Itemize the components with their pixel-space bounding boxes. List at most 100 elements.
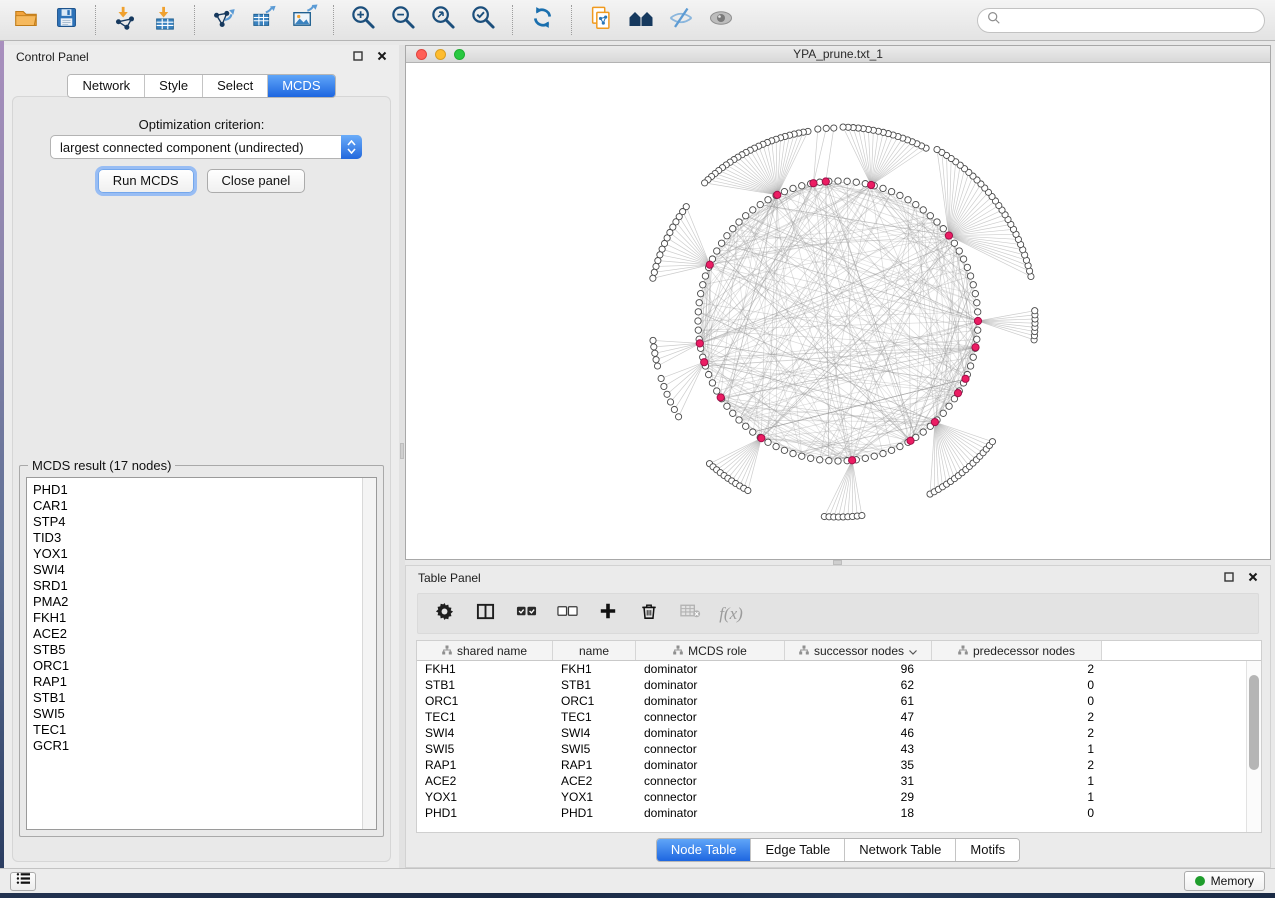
function-builder-button[interactable]: f(x) — [719, 602, 743, 626]
table-row[interactable]: FKH1FKH1dominator962 — [417, 661, 1261, 677]
search-input[interactable] — [1007, 13, 1255, 27]
list-item[interactable]: PMA2 — [27, 594, 361, 610]
save-session-button[interactable] — [50, 4, 82, 36]
table-row[interactable]: ACE2ACE2connector311 — [417, 773, 1261, 789]
table-row[interactable]: STB1STB1dominator620 — [417, 677, 1261, 693]
zoom-in-icon — [350, 4, 377, 36]
window-close-button[interactable] — [416, 49, 427, 60]
tab-node-table[interactable]: Node Table — [657, 839, 752, 861]
hide-selected-button[interactable] — [665, 4, 697, 36]
import-table-button[interactable] — [149, 4, 181, 36]
window-minimize-button[interactable] — [435, 49, 446, 60]
list-item[interactable]: STB5 — [27, 642, 361, 658]
column-header-successor-nodes[interactable]: successor nodes — [785, 641, 932, 660]
table-cell: 96 — [785, 661, 932, 677]
show-panels-menu-button[interactable] — [10, 872, 36, 891]
table-row[interactable]: PHD1PHD1dominator180 — [417, 805, 1261, 821]
mcds-result-title: MCDS result (17 nodes) — [28, 458, 175, 473]
tab-motifs[interactable]: Motifs — [956, 839, 1019, 861]
list-item[interactable]: GCR1 — [27, 738, 361, 754]
zoom-out-button[interactable] — [387, 4, 419, 36]
import-network-button[interactable] — [109, 4, 141, 36]
tab-network-table[interactable]: Network Table — [845, 839, 956, 861]
table-cell: 1 — [932, 773, 1102, 789]
list-item[interactable]: PHD1 — [27, 482, 361, 498]
export-network-button[interactable] — [208, 4, 240, 36]
splitter-grip[interactable] — [400, 443, 404, 459]
zoom-selected-button[interactable] — [467, 4, 499, 36]
run-mcds-button[interactable]: Run MCDS — [98, 169, 194, 193]
list-item[interactable]: FKH1 — [27, 610, 361, 626]
memory-label: Memory — [1211, 874, 1254, 888]
list-item[interactable]: TEC1 — [27, 722, 361, 738]
delete-table-button[interactable] — [678, 602, 702, 626]
table-cell: 0 — [932, 805, 1102, 821]
table-cell: 43 — [785, 741, 932, 757]
table-row[interactable]: SWI4SWI4dominator462 — [417, 725, 1261, 741]
tab-edge-table[interactable]: Edge Table — [751, 839, 845, 861]
memory-button[interactable]: Memory — [1184, 871, 1265, 891]
workspace-region: YPA_prune.txt_1 Table Panel — [405, 45, 1275, 868]
list-item[interactable]: YOX1 — [27, 546, 361, 562]
open-file-button[interactable] — [10, 4, 42, 36]
delete-column-button[interactable] — [637, 602, 661, 626]
column-chooser-button[interactable] — [473, 602, 497, 626]
float-panel-icon[interactable] — [1224, 569, 1234, 587]
close-panel-icon[interactable] — [377, 48, 387, 66]
table-row[interactable]: TEC1TEC1connector472 — [417, 709, 1261, 725]
table-cell: SWI4 — [553, 725, 636, 741]
list-item[interactable]: CAR1 — [27, 498, 361, 514]
list-item[interactable]: ACE2 — [27, 626, 361, 642]
table-row[interactable]: ORC1ORC1dominator610 — [417, 693, 1261, 709]
table-row[interactable]: YOX1YOX1connector291 — [417, 789, 1261, 805]
scrollbar-thumb[interactable] — [1249, 675, 1259, 770]
mcds-result-scrollbar[interactable] — [362, 478, 376, 829]
network-window-titlebar[interactable]: YPA_prune.txt_1 — [406, 46, 1270, 63]
window-zoom-button[interactable] — [454, 49, 465, 60]
zoom-fit-button[interactable] — [427, 4, 459, 36]
select-all-button[interactable] — [514, 602, 538, 626]
column-header-shared-name[interactable]: shared name — [417, 641, 553, 660]
add-column-button[interactable] — [596, 602, 620, 626]
network-from-selection-button[interactable] — [585, 4, 617, 36]
tab-select[interactable]: Select — [203, 75, 268, 97]
list-item[interactable]: STB1 — [27, 690, 361, 706]
list-item[interactable]: SRD1 — [27, 578, 361, 594]
network-canvas[interactable] — [406, 63, 1270, 559]
list-item[interactable]: SWI5 — [27, 706, 361, 722]
dropdown-stepper-icon — [341, 135, 362, 159]
table-settings-button[interactable] — [432, 602, 456, 626]
column-header-MCDS-role[interactable]: MCDS role — [636, 641, 785, 660]
tab-mcds[interactable]: MCDS — [268, 75, 334, 97]
deselect-all-button[interactable] — [555, 602, 579, 626]
network-graph[interactable] — [406, 63, 1270, 559]
first-neighbors-button[interactable] — [625, 4, 657, 36]
list-item[interactable]: RAP1 — [27, 674, 361, 690]
search-icon — [987, 11, 1001, 30]
close-panel-icon[interactable] — [1248, 569, 1258, 587]
list-item[interactable]: SWI4 — [27, 562, 361, 578]
list-item[interactable]: TID3 — [27, 530, 361, 546]
column-header-predecessor-nodes[interactable]: predecessor nodes — [932, 641, 1102, 660]
tab-network[interactable]: Network — [68, 75, 145, 97]
gear-icon — [435, 602, 454, 626]
column-header-name[interactable]: name — [553, 641, 636, 660]
export-table-button[interactable] — [248, 4, 280, 36]
search-field[interactable] — [977, 8, 1265, 33]
table-row[interactable]: SWI5SWI5connector431 — [417, 741, 1261, 757]
list-item[interactable]: ORC1 — [27, 658, 361, 674]
show-all-button[interactable] — [705, 4, 737, 36]
criterion-dropdown-value: largest connected component (undirected) — [51, 140, 341, 155]
float-panel-icon[interactable] — [353, 48, 363, 66]
close-panel-button[interactable]: Close panel — [207, 169, 306, 193]
table-cell: dominator — [636, 805, 785, 821]
apply-layout-button[interactable] — [526, 4, 558, 36]
tab-style[interactable]: Style — [145, 75, 203, 97]
table-scrollbar[interactable] — [1246, 661, 1261, 832]
export-image-button[interactable] — [288, 4, 320, 36]
table-cell: STB1 — [417, 677, 553, 693]
table-row[interactable]: RAP1RAP1dominator352 — [417, 757, 1261, 773]
list-item[interactable]: STP4 — [27, 514, 361, 530]
zoom-in-button[interactable] — [347, 4, 379, 36]
criterion-dropdown[interactable]: largest connected component (undirected) — [50, 135, 362, 159]
